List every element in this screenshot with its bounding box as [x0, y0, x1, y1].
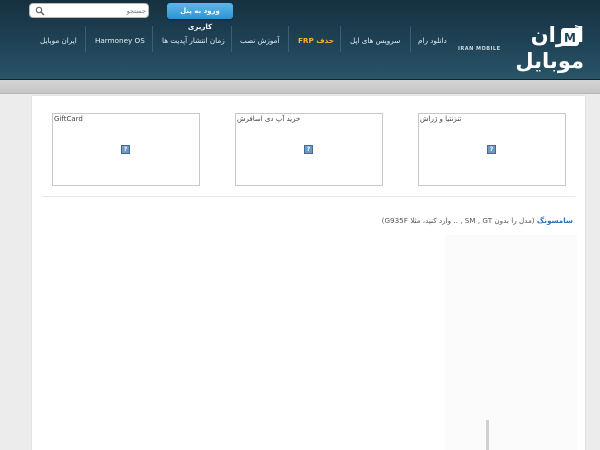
svg-text:M: M	[564, 31, 576, 45]
side-panel	[445, 235, 577, 450]
nav-divider	[288, 26, 289, 52]
model-search-hint: سامسونگ (مدل را بدون SM , GT , .. وارد ک…	[382, 216, 573, 225]
logo-signal-icon: M	[561, 25, 582, 46]
nav-divider	[410, 26, 411, 52]
broken-image-icon: ?	[121, 145, 130, 154]
banner-title: خرید آپ دی اسافرش	[237, 115, 301, 123]
header-subbar	[0, 80, 600, 94]
nav-item-update-release[interactable]: زمان انتشار آپدیت ها	[162, 31, 225, 53]
nav-item-harmony-os[interactable]: Harmoney OS	[95, 31, 145, 53]
hint-text: (مدل را بدون SM , GT , .. وارد کنید، مثل…	[381, 216, 537, 225]
logo-subtitle: IRAN MOBILE	[458, 46, 501, 52]
divider	[42, 196, 575, 197]
nav-divider	[340, 26, 341, 52]
scroll-marker	[486, 420, 489, 450]
search-box[interactable]	[29, 3, 149, 18]
nav-item-install-guide[interactable]: آموزش نصب	[240, 31, 279, 53]
nav-item-frp-removal[interactable]: حذف FRP	[298, 31, 334, 53]
hint-brand: سامسونگ	[536, 216, 573, 225]
nav-item-rom-download[interactable]: دانلود رام	[418, 31, 447, 53]
site-logo[interactable]: ایران موبایل IRAN MOBILE M	[456, 22, 585, 73]
main-content: GiftCard ? خرید آپ دی اسافرش ? تنزنتیا و…	[31, 95, 586, 450]
login-button[interactable]: ورود به پنل کاربری	[167, 3, 233, 31]
search-input[interactable]	[48, 5, 146, 17]
banner-gift-cards[interactable]: تنزنتیا و ژراش ?	[418, 113, 566, 186]
banner-title: تنزنتیا و ژراش	[420, 115, 462, 123]
search-icon[interactable]	[35, 6, 45, 16]
nav-divider	[85, 26, 86, 52]
nav-divider	[152, 26, 153, 52]
nav-item-apple-services[interactable]: سرویس های اپل	[350, 31, 400, 53]
broken-image-icon: ?	[487, 145, 496, 154]
broken-image-icon: ?	[304, 145, 313, 154]
banner-title: GiftCard	[54, 115, 83, 123]
banner-apple-id-order[interactable]: خرید آپ دی اسافرش ?	[235, 113, 383, 186]
banner-giftcard[interactable]: GiftCard ?	[52, 113, 200, 186]
site-header: ورود به پنل کاربری ایران موبایل Harmoney…	[0, 0, 600, 80]
nav-divider	[231, 26, 232, 52]
nav-item-iran-mobile[interactable]: ایران موبایل	[40, 31, 77, 53]
